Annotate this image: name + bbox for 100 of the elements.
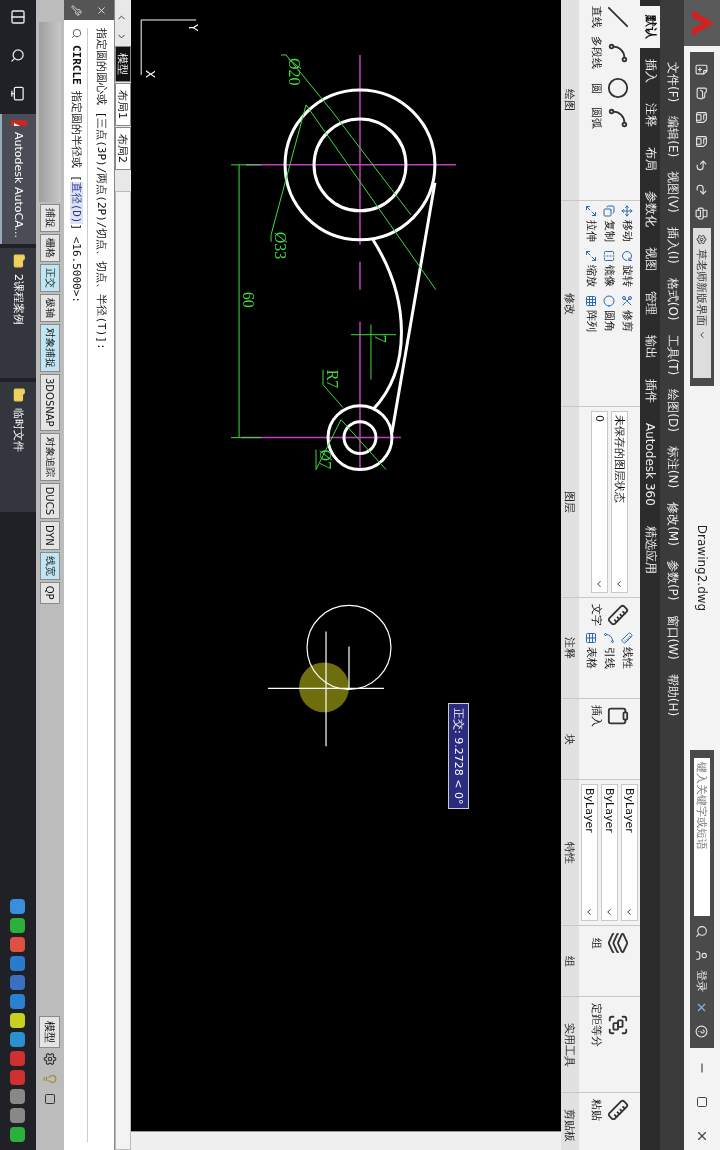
menu-item[interactable]: 插入(I) xyxy=(663,226,681,264)
ribbon-tool-button[interactable]: 定距等分 xyxy=(587,1001,632,1049)
tool-icon xyxy=(585,250,598,262)
ribbon-tab[interactable]: Autodesk 360 xyxy=(640,414,661,515)
ribbon-tool-button[interactable]: 缩放 xyxy=(583,250,599,287)
ribbon-tab[interactable]: 管理 xyxy=(640,282,661,324)
ribbon-tab[interactable]: 视图 xyxy=(640,238,661,280)
ribbon-tab[interactable]: 默认 xyxy=(640,6,661,48)
dropdown[interactable]: ByLayer xyxy=(620,784,638,921)
vertical-scrollbar[interactable] xyxy=(130,1131,561,1150)
folder-icon xyxy=(11,388,26,402)
ribbon-tool-button[interactable]: 圆角 xyxy=(601,295,617,332)
menu-item[interactable]: 视图(V) xyxy=(663,171,681,213)
menu-item[interactable]: 标注(N) xyxy=(663,445,681,489)
help-icon[interactable] xyxy=(693,1022,711,1040)
option-link[interactable]: 直径(D) xyxy=(69,181,83,224)
tray-icon[interactable] xyxy=(10,899,26,914)
dimension-text: 7 xyxy=(371,334,389,343)
ribbon-tool-button[interactable]: 插入 xyxy=(587,703,632,729)
tool-icon xyxy=(621,250,634,262)
dropdown[interactable]: 未保存的图层状态 xyxy=(610,411,628,593)
tool-icon xyxy=(603,632,616,644)
ribbon-tab[interactable]: 精选应用 xyxy=(640,516,661,583)
ribbon-tool-button[interactable]: 直线 xyxy=(587,4,632,30)
status-toggle[interactable]: QP xyxy=(39,581,60,604)
tool-icon xyxy=(607,41,630,64)
status-toggle[interactable]: 对象追踪 xyxy=(39,432,60,481)
ribbon-tab[interactable]: 插入 xyxy=(640,50,661,92)
ribbon-tool-button[interactable]: 阵列 xyxy=(583,295,599,332)
menu-item[interactable]: 修改(M) xyxy=(663,502,681,546)
status-toggle[interactable]: 极轴 xyxy=(39,294,60,322)
tool-icon xyxy=(607,77,630,99)
space-indicator[interactable]: 模型 xyxy=(39,1016,61,1048)
taskbar-app[interactable]: Autodesk AutoCA... xyxy=(0,114,36,244)
tool-icon xyxy=(607,932,630,954)
tray-icon[interactable] xyxy=(10,1089,26,1104)
document-title: Drawing2.dwg xyxy=(695,523,709,614)
ribbon-tab[interactable]: 输出 xyxy=(640,326,661,368)
tray-icon[interactable] xyxy=(10,937,26,952)
status-toggle[interactable]: 3DOSNAP xyxy=(39,374,60,431)
status-toggle[interactable]: 线宽 xyxy=(39,551,60,580)
sign-in-link[interactable]: 登录 xyxy=(694,970,710,992)
dimension-text: R7 xyxy=(323,369,341,389)
dimension-text: 60 xyxy=(239,291,257,308)
dropdown[interactable]: 0 xyxy=(590,411,608,593)
dimension-text: Ø20 xyxy=(285,57,303,86)
tool-icon xyxy=(585,205,598,217)
ribbon-tab[interactable]: 参数化 xyxy=(640,182,661,236)
workspace-dropdown[interactable]: 草老师新版界面 xyxy=(693,228,711,378)
ribbon-tool-button[interactable]: 组 xyxy=(587,930,632,956)
command-prompt[interactable]: CIRCLE 指定圆的半径或 [直径(D)] <16.5000>: xyxy=(68,45,84,303)
tray-icon[interactable] xyxy=(10,918,26,933)
dropdown[interactable]: ByLayer xyxy=(600,784,618,921)
dimension-text: Ø7 xyxy=(316,449,334,470)
taskbar-app[interactable]: 2课程案例 xyxy=(0,248,36,378)
menu-item[interactable]: 工具(T) xyxy=(663,334,681,376)
menu-item[interactable]: 窗口(W) xyxy=(663,614,681,660)
taskbar-app[interactable]: 临时文件 xyxy=(0,382,36,512)
ribbon-tool-button[interactable]: 多段线 xyxy=(587,34,632,71)
status-toggle[interactable]: 栅格 xyxy=(39,234,60,262)
ribbon-tool-button[interactable]: 引线 xyxy=(601,632,617,669)
ribbon-tool-button[interactable]: 复制 xyxy=(601,205,617,242)
status-toggle[interactable]: DUCS xyxy=(39,482,60,519)
ribbon-tool-button[interactable]: 旋转 xyxy=(619,250,635,287)
ribbon-tool-button[interactable]: 拉伸 xyxy=(583,205,599,242)
ribbon-tool-button[interactable]: 表格 xyxy=(583,632,599,669)
tool-icon xyxy=(621,632,634,644)
menu-item[interactable]: 参数(P) xyxy=(663,559,681,601)
status-toggle[interactable]: DYN xyxy=(39,521,60,550)
menu-item[interactable]: 帮助(H) xyxy=(663,673,681,717)
ribbon-tool-button[interactable]: 移动 xyxy=(619,205,635,242)
ribbon-tool-button[interactable]: 圆弧 xyxy=(587,105,632,131)
ribbon-tab[interactable]: 注释 xyxy=(640,94,661,136)
ribbon-tool-button[interactable]: 修剪 xyxy=(619,295,635,332)
ribbon-tool-button[interactable]: 粘贴 xyxy=(587,1097,632,1123)
status-toggle[interactable]: 对象捕捉 xyxy=(39,324,60,372)
tray-icon[interactable] xyxy=(10,1108,26,1123)
menu-item[interactable]: 编辑(E) xyxy=(663,116,681,158)
status-toggle[interactable]: 正交 xyxy=(39,264,60,292)
menu-item[interactable]: 文件(F) xyxy=(663,62,681,103)
ribbon-tool-button[interactable]: 线性 xyxy=(619,632,635,669)
command-history-line: 指定圆的圆心或 [三点(3P)/两点(2P)/切点、切点、半径(T)]: xyxy=(93,28,109,352)
dropdown[interactable]: ByLayer xyxy=(580,784,598,921)
tool-icon xyxy=(607,705,630,727)
ribbon-tool-button[interactable]: 镜像 xyxy=(601,250,617,287)
search-field[interactable]: 键入关键字或短语 xyxy=(694,758,710,916)
ribbon-tab[interactable]: 插件 xyxy=(640,370,661,412)
tray-icon[interactable] xyxy=(10,1127,26,1142)
ribbon-tool-button[interactable]: 圆 xyxy=(587,75,632,101)
tray-icon[interactable] xyxy=(10,1032,26,1047)
cursor-highlight xyxy=(298,662,349,713)
menu-item[interactable]: 绘图(D) xyxy=(663,389,681,432)
search-icon xyxy=(70,28,82,39)
tray-icon[interactable] xyxy=(10,1013,26,1028)
ribbon-tab[interactable]: 布局 xyxy=(640,138,661,180)
toolbar-icon[interactable] xyxy=(693,204,711,222)
menu-item[interactable]: 格式(O) xyxy=(663,277,681,321)
tray-icon[interactable] xyxy=(10,994,26,1009)
ribbon-tool-button[interactable]: 文字 xyxy=(587,602,632,628)
status-toggle[interactable]: 捕捉 xyxy=(39,204,60,232)
